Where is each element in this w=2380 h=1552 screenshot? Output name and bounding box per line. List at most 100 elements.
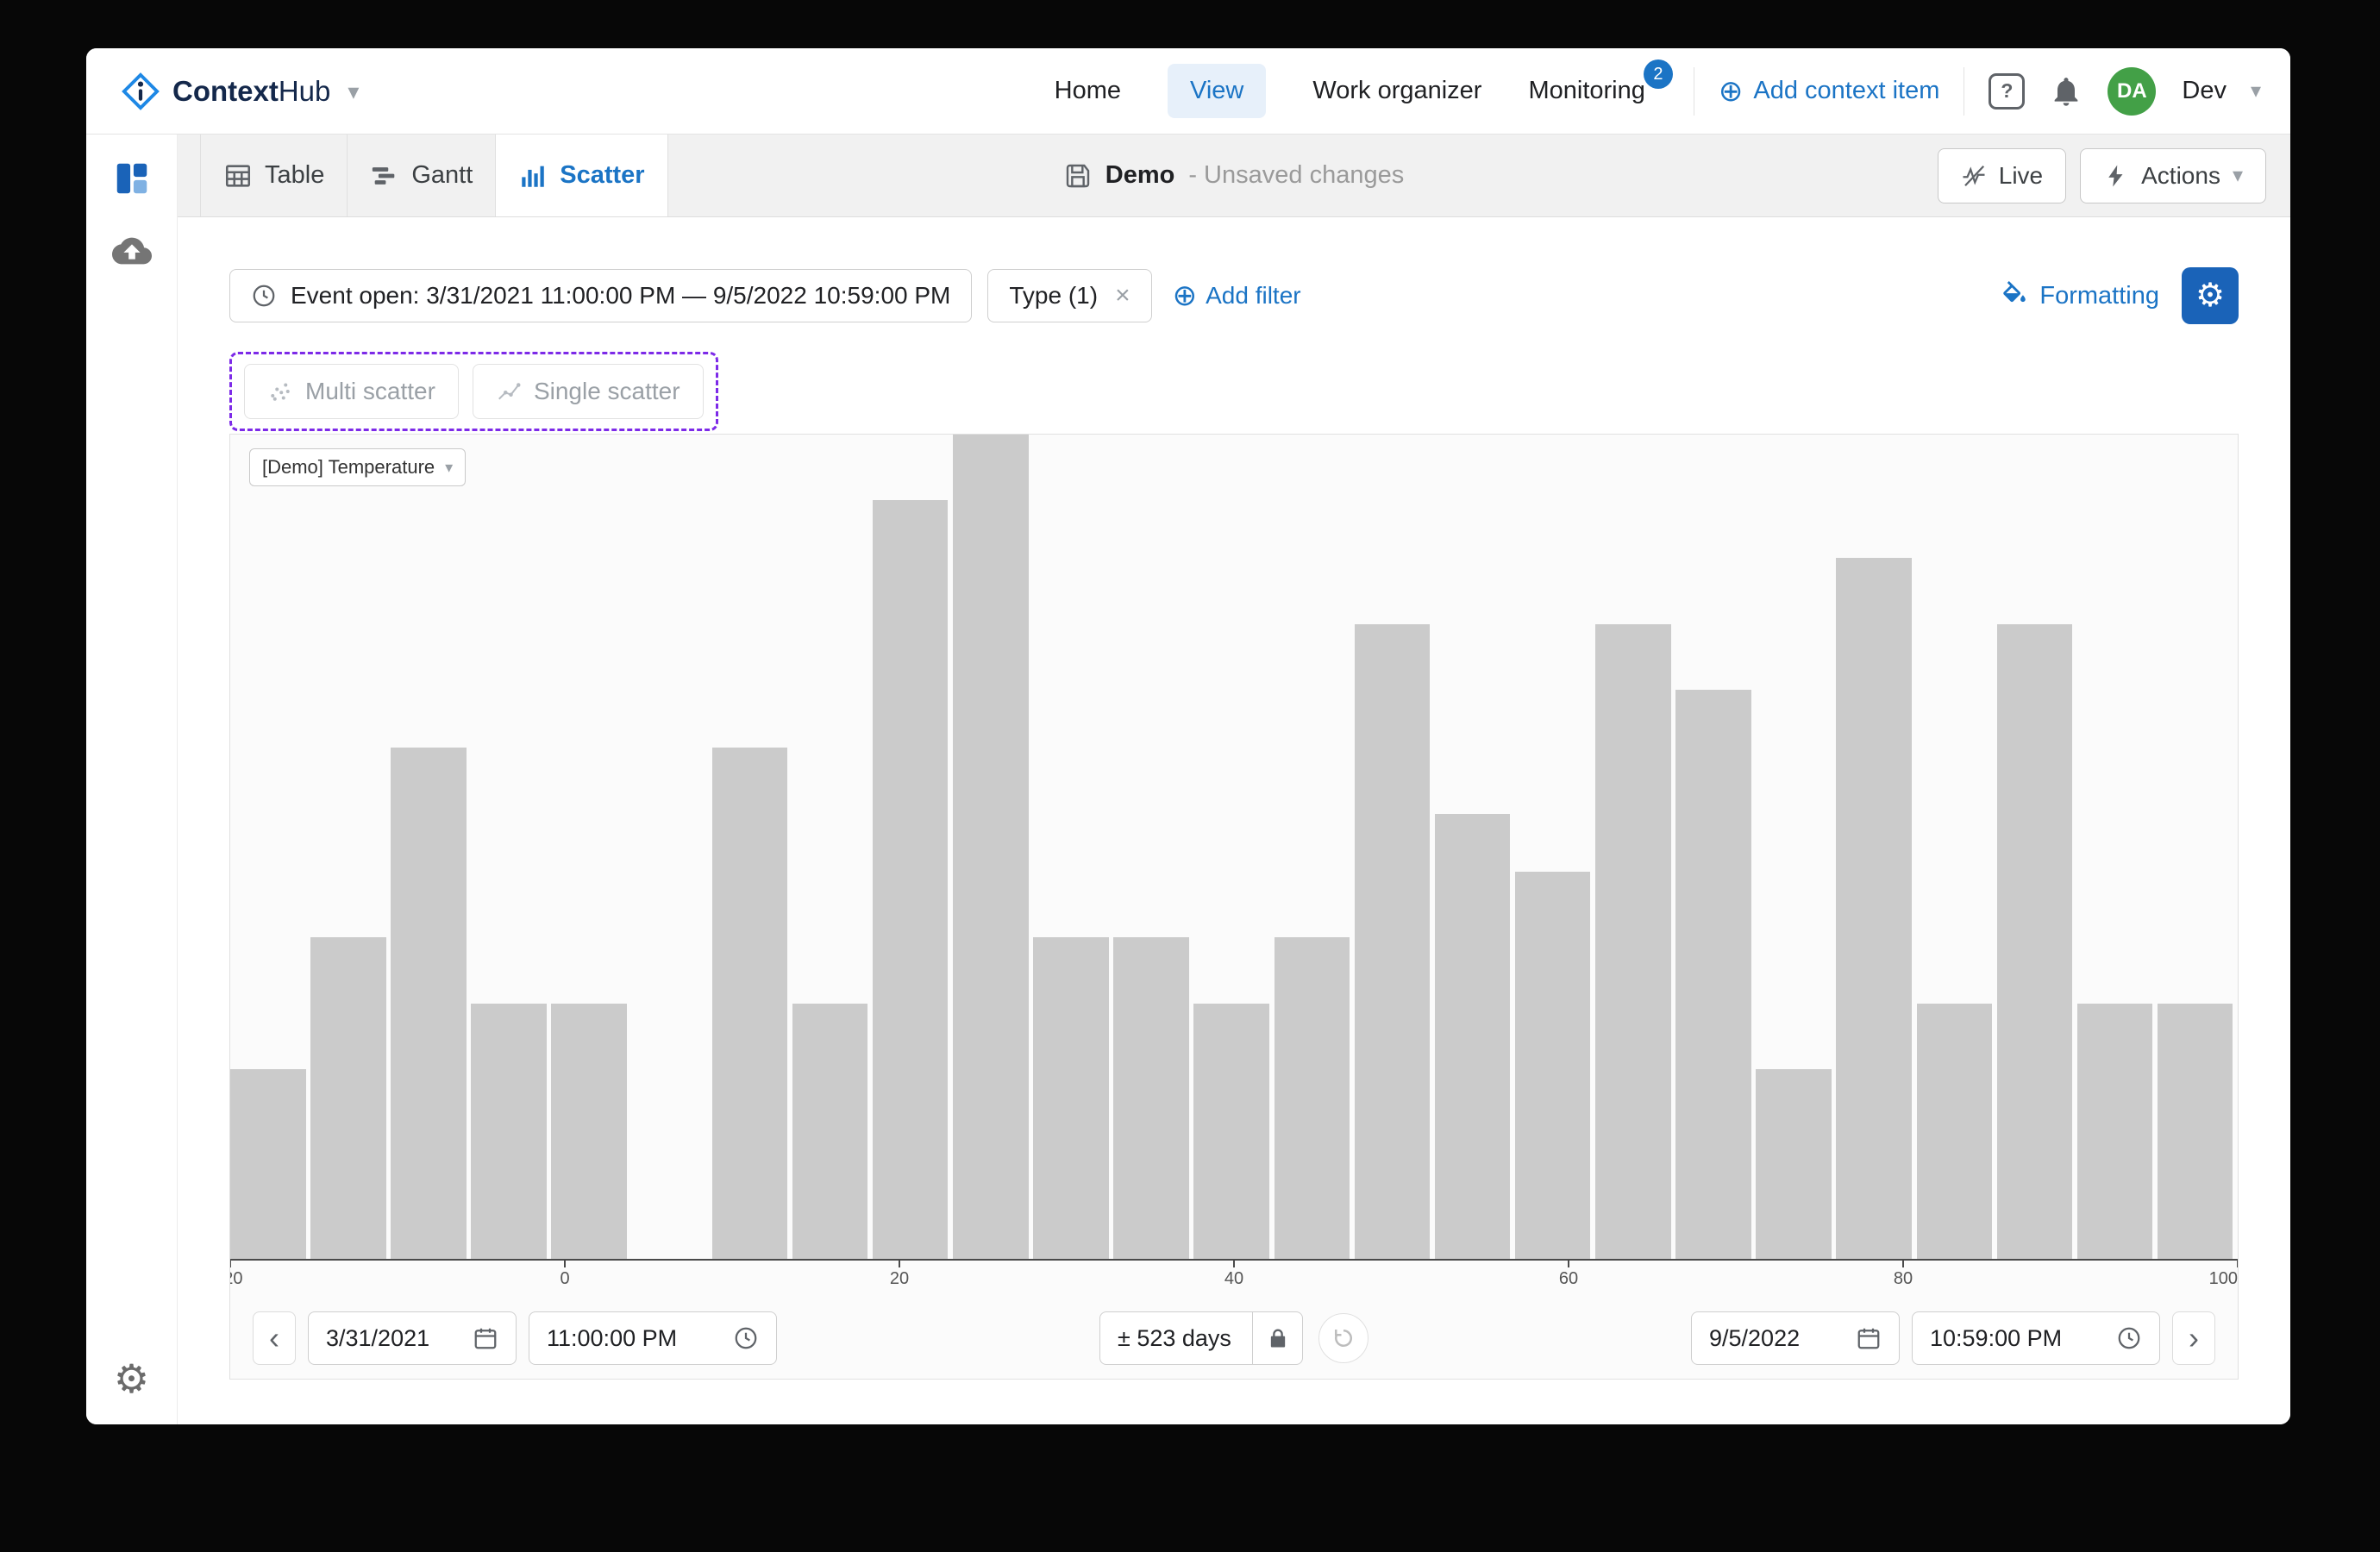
views-layout-icon[interactable] bbox=[112, 159, 152, 198]
nav-item-monitoring[interactable]: Monitoring2 bbox=[1528, 77, 1644, 105]
x-axis-tick-label: 0 bbox=[560, 1269, 569, 1289]
formatting-button[interactable]: Formatting bbox=[2000, 281, 2159, 310]
histogram-bar bbox=[792, 1004, 868, 1259]
contexthub-logo[interactable]: ContextHub bbox=[121, 72, 330, 111]
tab-table[interactable]: Table bbox=[200, 135, 348, 216]
type-filter-pill[interactable]: Type (1) × bbox=[987, 269, 1151, 322]
reset-range-button[interactable] bbox=[1318, 1313, 1368, 1363]
logo-text: ContextHub bbox=[172, 75, 330, 108]
start-date-field[interactable]: 3/31/2021 bbox=[308, 1311, 517, 1365]
histogram-bar bbox=[2158, 1004, 2233, 1259]
scatter-icon bbox=[518, 161, 548, 191]
x-axis-tickmark bbox=[229, 1261, 231, 1267]
histogram-bar bbox=[230, 1069, 306, 1259]
end-date-field[interactable]: 9/5/2022 bbox=[1691, 1311, 1900, 1365]
x-axis-tickmark bbox=[564, 1261, 566, 1267]
unsaved-changes-status: - Unsaved changes bbox=[1188, 161, 1404, 190]
multi-scatter-icon bbox=[267, 379, 293, 404]
histogram-bar bbox=[1917, 1004, 1993, 1259]
start-time-field[interactable]: 11:00:00 PM bbox=[529, 1311, 777, 1365]
range-span-field[interactable]: ± 523 days bbox=[1099, 1311, 1253, 1365]
nav-item-home[interactable]: Home bbox=[1055, 77, 1121, 105]
add-context-item-button[interactable]: ⊕ Add context item bbox=[1719, 77, 1940, 106]
x-axis-tickmark bbox=[2237, 1261, 2239, 1267]
close-icon[interactable]: × bbox=[1115, 281, 1130, 310]
histogram-bar bbox=[2077, 1004, 2153, 1259]
clock-icon bbox=[2116, 1325, 2142, 1351]
histogram-bar bbox=[1515, 872, 1591, 1259]
app-window: ContextHub ▾ Home View Work organizer Mo… bbox=[86, 48, 2290, 1424]
histogram-bar bbox=[391, 748, 467, 1259]
lightning-bolt-icon bbox=[2103, 163, 2129, 189]
step-back-button[interactable]: ‹ bbox=[253, 1311, 296, 1365]
user-chevron-down-icon: ▾ bbox=[2251, 81, 2261, 102]
settings-gear-icon[interactable]: ⚙ bbox=[114, 1359, 149, 1399]
document-title: Demo bbox=[1105, 161, 1175, 190]
filter-row-right: Formatting ⚙ bbox=[2000, 267, 2239, 324]
single-scatter-icon bbox=[496, 379, 522, 404]
x-axis-tick-label: 100 bbox=[2209, 1269, 2238, 1289]
lock-range-button[interactable] bbox=[1253, 1311, 1303, 1365]
x-axis-tick-label: 80 bbox=[1894, 1269, 1913, 1289]
x-axis-labels: -20020406080100 bbox=[230, 1269, 2238, 1299]
workspace-chevron-down-icon[interactable]: ▾ bbox=[348, 80, 359, 103]
save-icon[interactable] bbox=[1064, 162, 1092, 190]
user-avatar[interactable]: DA bbox=[2108, 67, 2156, 116]
histogram-bar bbox=[1435, 814, 1511, 1259]
series-dropdown[interactable]: [Demo] Temperature ▾ bbox=[249, 448, 466, 486]
histogram-bar bbox=[1675, 690, 1751, 1259]
add-filter-button[interactable]: ⊕ Add filter bbox=[1173, 281, 1301, 310]
x-axis-tick-label: 20 bbox=[890, 1269, 909, 1289]
view-tabs-bar: Table Gantt Scatter Demo - Unsaved chang… bbox=[178, 135, 2290, 217]
chart-settings-button[interactable]: ⚙ bbox=[2182, 267, 2239, 324]
content-area: Event open: 3/31/2021 11:00:00 PM — 9/5/… bbox=[178, 217, 2290, 1424]
scatter-mode-row: Multi scatter Single scatter bbox=[229, 352, 2239, 431]
view-tabs: Table Gantt Scatter bbox=[178, 135, 1064, 216]
single-scatter-button[interactable]: Single scatter bbox=[473, 364, 704, 419]
table-icon bbox=[223, 161, 253, 191]
x-axis-tickmark bbox=[1902, 1261, 1904, 1267]
lock-icon bbox=[1266, 1326, 1290, 1350]
clock-icon bbox=[733, 1325, 759, 1351]
monitoring-badge: 2 bbox=[1644, 59, 1673, 89]
x-axis-tick-label: 40 bbox=[1224, 1269, 1243, 1289]
histogram-bar bbox=[1033, 937, 1109, 1259]
calendar-icon bbox=[473, 1325, 498, 1351]
end-time-field[interactable]: 10:59:00 PM bbox=[1912, 1311, 2160, 1365]
x-axis-tick-label: 60 bbox=[1559, 1269, 1578, 1289]
user-name[interactable]: Dev bbox=[2182, 77, 2227, 105]
selection-highlight: Multi scatter Single scatter bbox=[229, 352, 718, 431]
event-open-filter-pill[interactable]: Event open: 3/31/2021 11:00:00 PM — 9/5/… bbox=[229, 269, 972, 322]
nav-item-view[interactable]: View bbox=[1168, 64, 1266, 118]
histogram-bar bbox=[1355, 624, 1431, 1259]
clock-icon bbox=[251, 283, 277, 309]
range-span-group: ± 523 days bbox=[1099, 1311, 1368, 1365]
live-button[interactable]: Live bbox=[1938, 148, 2066, 203]
document-info: Demo - Unsaved changes bbox=[1064, 135, 1404, 216]
histogram-bar bbox=[1595, 624, 1671, 1259]
notifications-bell-icon[interactable] bbox=[2049, 74, 2083, 109]
contexthub-logo-icon bbox=[121, 72, 160, 111]
history-icon bbox=[1331, 1325, 1356, 1351]
histogram-bar bbox=[1756, 1069, 1832, 1259]
histogram-bar bbox=[551, 1004, 627, 1259]
actions-button[interactable]: Actions ▾ bbox=[2080, 148, 2266, 203]
histogram-bar bbox=[1275, 937, 1350, 1259]
circle-plus-icon: ⊕ bbox=[1173, 281, 1198, 310]
nav-item-work-organizer[interactable]: Work organizer bbox=[1312, 77, 1481, 105]
chevron-down-icon: ▾ bbox=[2233, 166, 2243, 186]
help-icon[interactable]: ? bbox=[1989, 73, 2025, 110]
step-forward-button[interactable]: › bbox=[2172, 1311, 2215, 1365]
toolbar-actions: Live Actions ▾ bbox=[1938, 135, 2290, 216]
gantt-icon bbox=[370, 161, 399, 191]
tab-gantt[interactable]: Gantt bbox=[348, 135, 496, 216]
histogram-bar bbox=[471, 1004, 547, 1259]
time-range-footer: ‹ 3/31/2021 11:00:00 PM ± 523 days bbox=[253, 1311, 2215, 1365]
gear-icon: ⚙ bbox=[2195, 279, 2225, 312]
histogram-bar bbox=[1193, 1004, 1269, 1259]
tab-scatter[interactable]: Scatter bbox=[496, 135, 667, 216]
histogram-bar bbox=[953, 435, 1029, 1259]
cloud-upload-icon[interactable] bbox=[112, 231, 152, 271]
multi-scatter-button[interactable]: Multi scatter bbox=[244, 364, 459, 419]
x-axis-tickmark bbox=[1568, 1261, 1569, 1267]
